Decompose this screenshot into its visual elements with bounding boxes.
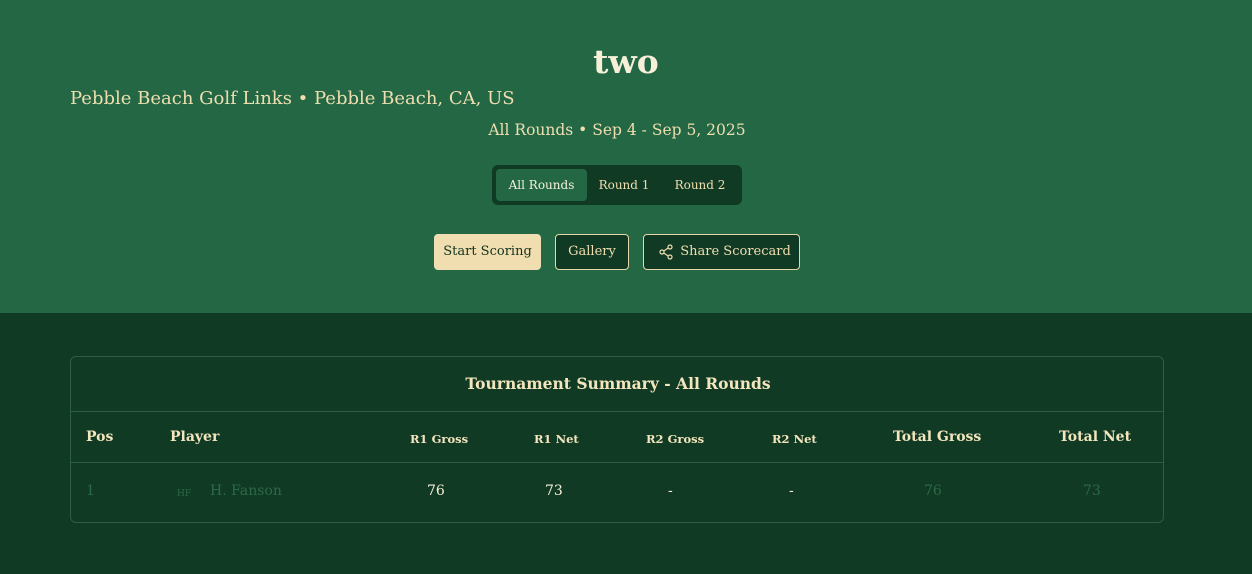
column-header-r1-net: R1 Net [534, 432, 579, 446]
player-name[interactable]: H. Fanson [210, 481, 282, 501]
tournament-summary-card: Tournament Summary - All Rounds Pos Play… [70, 356, 1164, 523]
column-header-total-net: Total Net [1059, 429, 1132, 445]
position-cell: 1 [86, 483, 95, 499]
share-icon [659, 244, 673, 260]
row-divider [71, 462, 1163, 463]
r2-net-cell: - [789, 483, 794, 499]
course-location: Pebble Beach Golf Links • Pebble Beach, … [70, 88, 515, 109]
column-header-pos: Pos [86, 429, 114, 445]
start-scoring-button[interactable]: Start Scoring [434, 234, 541, 270]
round-date-range: All Rounds • Sep 4 - Sep 5, 2025 [488, 121, 746, 139]
r1-net-cell: 73 [545, 483, 563, 499]
avatar: HF [177, 489, 192, 499]
r2-gross-cell: - [668, 483, 673, 499]
total-net-cell: 73 [1083, 483, 1101, 499]
share-scorecard-button[interactable]: Share Scorecard [643, 234, 800, 270]
gallery-button[interactable]: Gallery [555, 234, 629, 270]
round-tabs: All Rounds Round 1 Round 2 [492, 165, 742, 205]
column-header-r2-net: R2 Net [772, 432, 817, 446]
summary-title: Tournament Summary - All Rounds [465, 374, 771, 393]
tournament-title: two [593, 42, 659, 81]
tab-round-1[interactable]: Round 1 [591, 169, 657, 201]
header-divider [71, 411, 1163, 412]
header-section: two Pebble Beach Golf Links • Pebble Bea… [0, 0, 1252, 313]
tab-round-2[interactable]: Round 2 [664, 169, 736, 201]
column-header-total-gross: Total Gross [893, 429, 982, 445]
tab-all-rounds[interactable]: All Rounds [496, 169, 587, 201]
r1-gross-cell: 76 [427, 483, 445, 499]
column-header-r1-gross: R1 Gross [410, 432, 469, 446]
column-header-r2-gross: R2 Gross [646, 432, 705, 446]
share-scorecard-label: Share Scorecard [680, 244, 791, 259]
column-header-player: Player [170, 429, 220, 445]
total-gross-cell: 76 [924, 483, 942, 499]
